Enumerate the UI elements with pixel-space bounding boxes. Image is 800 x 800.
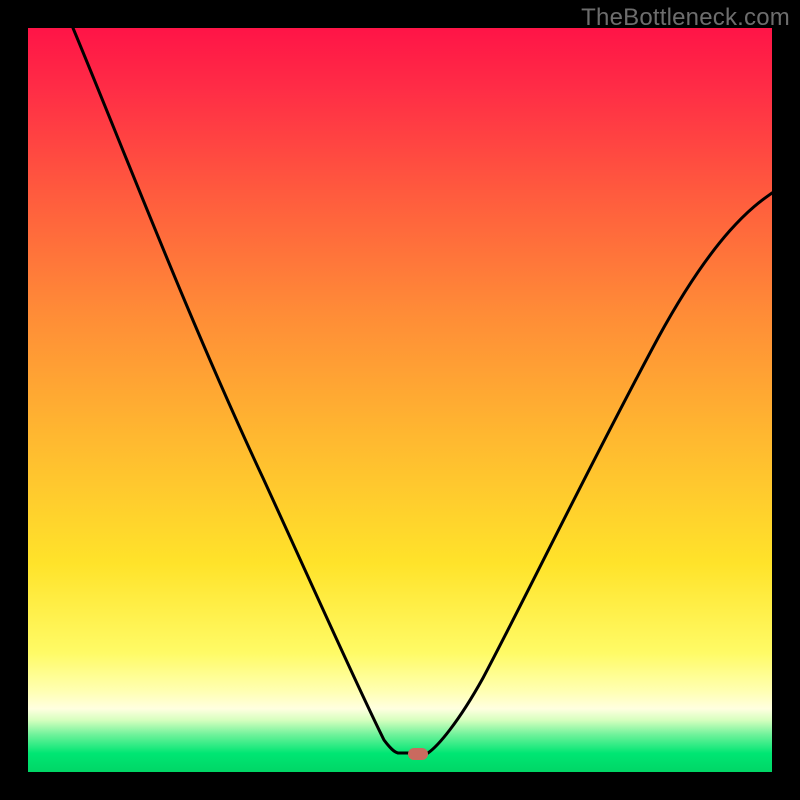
chart-frame: TheBottleneck.com	[0, 0, 800, 800]
attribution-text: TheBottleneck.com	[581, 4, 790, 32]
plot-area	[28, 28, 772, 772]
optimal-point-marker	[408, 748, 428, 760]
bottleneck-curve	[28, 28, 772, 772]
